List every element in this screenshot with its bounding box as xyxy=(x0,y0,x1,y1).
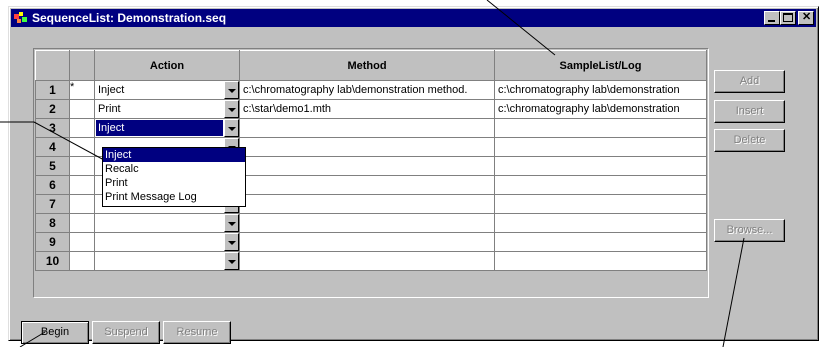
action-value: Print xyxy=(98,103,121,115)
chevron-down-icon[interactable] xyxy=(224,233,239,251)
table-row[interactable]: 8 xyxy=(35,213,707,233)
header-row: Action Method SampleList/Log xyxy=(35,50,707,81)
row-number[interactable]: 8 xyxy=(35,213,70,233)
row-marker xyxy=(69,156,95,176)
dropdown-option[interactable]: Inject xyxy=(103,148,245,162)
action-dropdown-list[interactable]: Inject Recalc Print Print Message Log xyxy=(102,147,246,207)
close-icon: ✕ xyxy=(802,11,812,23)
action-value: Inject xyxy=(98,84,125,96)
maximize-button[interactable] xyxy=(780,11,796,25)
table-row[interactable]: 2 Print c:\star\demo1.mth c:\chromatography… xyxy=(35,99,707,119)
title-bar[interactable]: SequenceList: Demonstration.seq ✕ xyxy=(11,9,816,27)
action-cell[interactable] xyxy=(94,251,240,271)
window-title: SequenceList: Demonstration.seq xyxy=(32,11,227,25)
corner-header[interactable] xyxy=(35,50,70,81)
delete-button[interactable]: Delete xyxy=(714,129,785,152)
samplelist-cell[interactable] xyxy=(494,194,707,214)
begin-button[interactable]: Begin xyxy=(21,321,89,344)
method-cell[interactable] xyxy=(239,118,495,138)
samplelist-cell[interactable]: c:\chromatography lab\demonstration xyxy=(494,80,707,100)
row-marker xyxy=(69,213,95,233)
method-column-header[interactable]: Method xyxy=(239,50,495,81)
method-cell[interactable] xyxy=(239,213,495,233)
samplelist-cell[interactable]: c:\chromatography lab\demonstration xyxy=(494,99,707,119)
action-cell[interactable]: Print xyxy=(94,99,240,119)
row-number[interactable]: 4 xyxy=(35,137,70,157)
action-column-header[interactable]: Action xyxy=(94,50,240,81)
marker-header xyxy=(69,50,95,81)
table-row[interactable]: 3 Inject xyxy=(35,118,707,138)
row-marker xyxy=(69,99,95,119)
samplelist-cell[interactable] xyxy=(494,251,707,271)
method-cell[interactable] xyxy=(239,232,495,252)
row-marker xyxy=(69,194,95,214)
dropdown-option[interactable]: Recalc xyxy=(103,162,245,176)
chevron-down-icon[interactable] xyxy=(224,100,239,118)
suspend-button[interactable]: Suspend xyxy=(92,321,160,344)
method-cell[interactable]: c:\star\demo1.mth xyxy=(239,99,495,119)
method-cell[interactable] xyxy=(239,194,495,214)
row-marker xyxy=(69,232,95,252)
samplelist-column-header[interactable]: SampleList/Log xyxy=(494,50,707,81)
action-cell[interactable]: Inject xyxy=(94,118,240,138)
row-marker xyxy=(69,175,95,195)
table-row[interactable]: 1 * Inject c:\chromatography lab\demonstrat… xyxy=(35,80,707,100)
insert-button[interactable]: Insert xyxy=(714,100,785,123)
dropdown-option[interactable]: Print Message Log xyxy=(103,190,245,204)
add-button[interactable]: Add xyxy=(714,70,785,93)
grid-horizontal-scrollbar[interactable] xyxy=(33,298,709,310)
row-number[interactable]: 1 xyxy=(35,80,70,100)
maximize-icon xyxy=(783,13,793,22)
row-marker xyxy=(69,137,95,157)
samplelist-cell[interactable] xyxy=(494,175,707,195)
dropdown-option[interactable]: Print xyxy=(103,176,245,190)
browse-button[interactable]: Browse... xyxy=(714,219,785,242)
resume-button[interactable]: Resume xyxy=(163,321,231,344)
samplelist-cell[interactable] xyxy=(494,232,707,252)
row-number[interactable]: 6 xyxy=(35,175,70,195)
row-number[interactable]: 9 xyxy=(35,232,70,252)
action-cell[interactable] xyxy=(94,213,240,233)
method-cell[interactable] xyxy=(239,175,495,195)
action-value: Inject xyxy=(96,120,223,136)
samplelist-cell[interactable] xyxy=(494,118,707,138)
minimize-icon xyxy=(768,20,775,22)
table-row[interactable]: 10 xyxy=(35,251,707,271)
close-button[interactable]: ✕ xyxy=(798,11,814,25)
table-row[interactable]: 9 xyxy=(35,232,707,252)
samplelist-cell[interactable] xyxy=(494,137,707,157)
row-number[interactable]: 7 xyxy=(35,194,70,214)
minimize-button[interactable] xyxy=(764,11,780,25)
chevron-down-icon[interactable] xyxy=(224,252,239,270)
method-cell[interactable] xyxy=(239,251,495,271)
app-icon xyxy=(13,11,29,25)
row-number[interactable]: 10 xyxy=(35,251,70,271)
action-cell[interactable] xyxy=(94,232,240,252)
sequence-list-window: SequenceList: Demonstration.seq ✕ Action… xyxy=(8,6,819,344)
chevron-down-icon[interactable] xyxy=(224,81,239,99)
action-cell[interactable]: Inject xyxy=(94,80,240,100)
chevron-down-icon[interactable] xyxy=(224,119,239,137)
row-marker: * xyxy=(69,80,95,100)
method-cell[interactable]: c:\chromatography lab\demonstration meth… xyxy=(239,80,495,100)
row-marker xyxy=(69,251,95,271)
samplelist-cell[interactable] xyxy=(494,213,707,233)
method-cell[interactable] xyxy=(239,137,495,157)
row-number[interactable]: 5 xyxy=(35,156,70,176)
chevron-down-icon[interactable] xyxy=(224,214,239,232)
row-number[interactable]: 2 xyxy=(35,99,70,119)
method-cell[interactable] xyxy=(239,156,495,176)
row-number[interactable]: 3 xyxy=(35,118,70,138)
row-marker xyxy=(69,118,95,138)
samplelist-cell[interactable] xyxy=(494,156,707,176)
